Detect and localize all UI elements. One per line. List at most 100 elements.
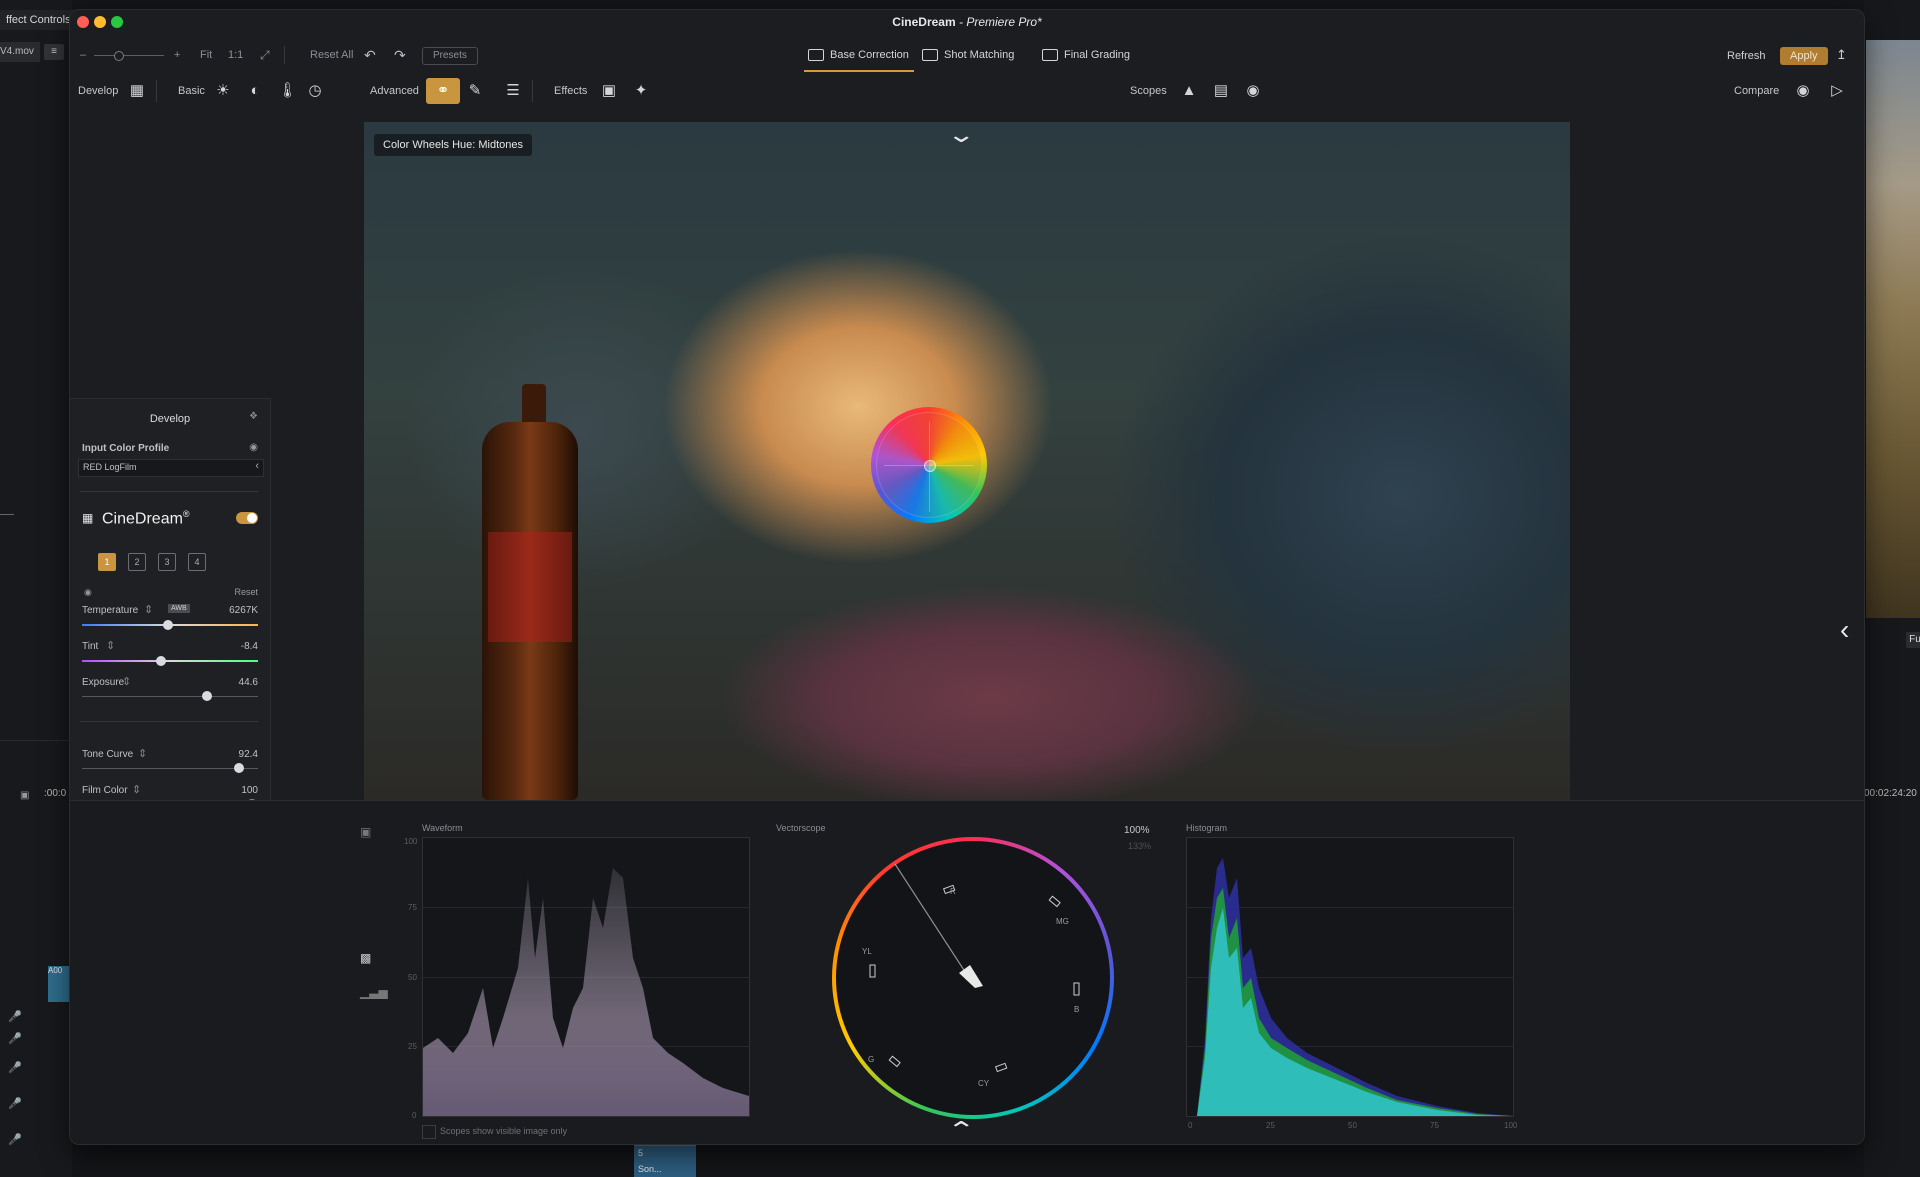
host-clip-thumbnail[interactable]: A00 <box>48 966 70 1002</box>
microphone-icon[interactable]: 🎤 <box>8 1097 22 1111</box>
film-color-value[interactable]: 100 <box>241 785 258 796</box>
apply-button[interactable]: Apply <box>1780 47 1828 65</box>
scopes-label: Scopes <box>1130 85 1167 97</box>
waveform-tick: 0 <box>412 1111 417 1120</box>
hue-picker-dot[interactable] <box>924 460 936 472</box>
curves-icon[interactable]: ✎ <box>466 82 484 100</box>
host-program-preview <box>1866 40 1920 618</box>
eye-icon[interactable]: ◉ <box>1794 82 1812 100</box>
tint-knob[interactable] <box>156 656 167 666</box>
slot-4-button[interactable]: 4 <box>188 553 206 571</box>
updown-icon[interactable]: ⇕ <box>132 783 141 796</box>
input-profile-dropdown[interactable]: RED LogFilm ‹ <box>78 459 264 477</box>
updown-icon[interactable]: ⇕ <box>144 603 153 616</box>
reset-all-button[interactable]: Reset All <box>310 40 353 70</box>
fullscreen-icon[interactable]: ⤢ <box>260 40 270 70</box>
presets-button[interactable]: Presets <box>422 47 478 65</box>
tone-curve-value[interactable]: 92.4 <box>239 749 258 760</box>
image-icon[interactable]: ▩ <box>360 951 371 965</box>
temperature-icon[interactable]: 🌡 <box>278 82 297 100</box>
cinedream-toggle[interactable] <box>236 512 258 524</box>
bar-chart-icon[interactable]: ▁▃▅ <box>360 985 388 999</box>
tone-curve-knob[interactable] <box>233 763 244 773</box>
divider <box>156 80 157 102</box>
vectorscope-title: Vectorscope <box>776 823 826 833</box>
host-captions-icon[interactable]: ▣ <box>20 790 29 801</box>
vectorscope-zoom-133[interactable]: 133% <box>1128 841 1151 851</box>
chevron-down-icon[interactable]: ⌄ <box>946 122 976 148</box>
waveform-tick: 75 <box>408 903 417 912</box>
microphone-icon[interactable]: 🎤 <box>8 1032 22 1046</box>
magic-wand-icon[interactable]: ✦ <box>632 82 650 100</box>
tab-shot-matching-label: Shot Matching <box>944 49 1015 61</box>
undo-icon[interactable]: ↶ <box>364 40 376 70</box>
eye-icon[interactable]: ◉ <box>84 587 92 598</box>
tint-label: Tint <box>82 641 99 652</box>
zoom-slider-track[interactable] <box>94 55 164 56</box>
exposure-value[interactable]: 44.6 <box>239 677 258 688</box>
waveform-scope-icon[interactable]: ▲ <box>1180 82 1198 100</box>
host-file-name[interactable]: V4.mov <box>0 42 40 62</box>
contrast-icon[interactable]: ◐ <box>246 82 264 100</box>
host-audio-clip[interactable]: 5 Son... <box>634 1144 696 1177</box>
fit-button[interactable]: Fit <box>200 40 212 70</box>
color-wheels-icon[interactable]: ⚭ <box>426 78 460 104</box>
divider <box>532 80 533 102</box>
develop-panel: Develop ❖ Input Color Profile ◉ RED LogF… <box>70 398 271 869</box>
slot-3-button[interactable]: 3 <box>158 553 176 571</box>
tab-shot-matching[interactable]: Shot Matching <box>922 42 1014 68</box>
visible-only-checkbox[interactable] <box>422 1125 436 1139</box>
slot-1-button[interactable]: 1 <box>98 553 116 571</box>
updown-icon[interactable]: ⇕ <box>106 639 115 652</box>
exposure-knob[interactable] <box>201 691 212 701</box>
window-title: CineDream - Premiere Pro* <box>70 10 1864 34</box>
pin-icon[interactable]: ❖ <box>249 411 258 422</box>
zoom-slider-knob[interactable] <box>114 51 124 61</box>
histogram-tick: 0 <box>1188 1121 1193 1130</box>
brightness-icon[interactable]: ☀ <box>214 82 232 100</box>
host-settings-icon[interactable]: ≡ <box>44 44 64 60</box>
gauge-icon[interactable]: ◷ <box>306 82 324 100</box>
split-compare-icon[interactable]: ▷ <box>1828 82 1846 100</box>
exposure-track[interactable] <box>82 696 258 697</box>
tab-base-correction[interactable]: Base Correction <box>808 42 909 68</box>
vectorscope-target-g: G <box>868 1055 875 1064</box>
microphone-icon[interactable]: 🎤 <box>8 1133 22 1147</box>
vectorscope-icon[interactable]: ◉ <box>1244 82 1262 100</box>
tone-curve-label: Tone Curve <box>82 749 134 760</box>
waveform-tick: 100 <box>404 837 418 846</box>
microphone-icon[interactable]: 🎤 <box>8 1061 22 1075</box>
chevron-left-icon[interactable]: ‹ <box>1840 614 1849 646</box>
expand-icon[interactable]: ▣ <box>360 825 371 839</box>
temperature-value[interactable]: 6267K <box>229 605 258 616</box>
sliders-icon[interactable]: ☰ <box>504 82 522 100</box>
one-to-one-button[interactable]: 1:1 <box>228 40 243 70</box>
vectorscope-zoom-100[interactable]: 100% <box>1124 825 1150 836</box>
host-divider <box>0 740 72 741</box>
eye-icon[interactable]: ◉ <box>249 442 258 453</box>
parade-scope-icon[interactable]: ▤ <box>1212 82 1230 100</box>
tab-final-grading[interactable]: Final Grading <box>1042 42 1130 68</box>
redo-icon[interactable]: ↷ <box>394 40 406 70</box>
tint-value[interactable]: -8.4 <box>241 641 258 652</box>
microphone-icon[interactable]: 🎤 <box>8 1010 22 1024</box>
updown-icon[interactable]: ⇕ <box>138 747 147 760</box>
temperature-knob[interactable] <box>163 620 174 630</box>
reset-button[interactable]: Reset <box>234 587 258 597</box>
film-strip-icon[interactable]: ▦ <box>128 82 146 100</box>
host-fit-dropdown[interactable]: Fu <box>1906 632 1920 648</box>
host-effect-controls-tab[interactable]: ffect Controls <box>0 10 78 30</box>
focus-icon[interactable]: ▣ <box>600 82 618 100</box>
tone-curve-track[interactable] <box>82 768 258 769</box>
chevron-up-icon[interactable]: ⌄ <box>946 1115 976 1141</box>
awb-badge[interactable]: AWB <box>168 604 190 613</box>
tint-track[interactable] <box>82 660 258 662</box>
video-viewer[interactable]: Color Wheels Hue: Midtones <box>364 122 1570 800</box>
slot-2-button[interactable]: 2 <box>128 553 146 571</box>
zoom-out-button[interactable]: – <box>80 40 86 70</box>
refresh-button[interactable]: Refresh <box>1719 47 1774 65</box>
updown-icon[interactable]: ⇕ <box>122 675 131 688</box>
zoom-in-button[interactable]: + <box>174 40 180 70</box>
histogram-scope <box>1186 837 1514 1117</box>
export-icon[interactable]: ↥ <box>1836 40 1847 70</box>
